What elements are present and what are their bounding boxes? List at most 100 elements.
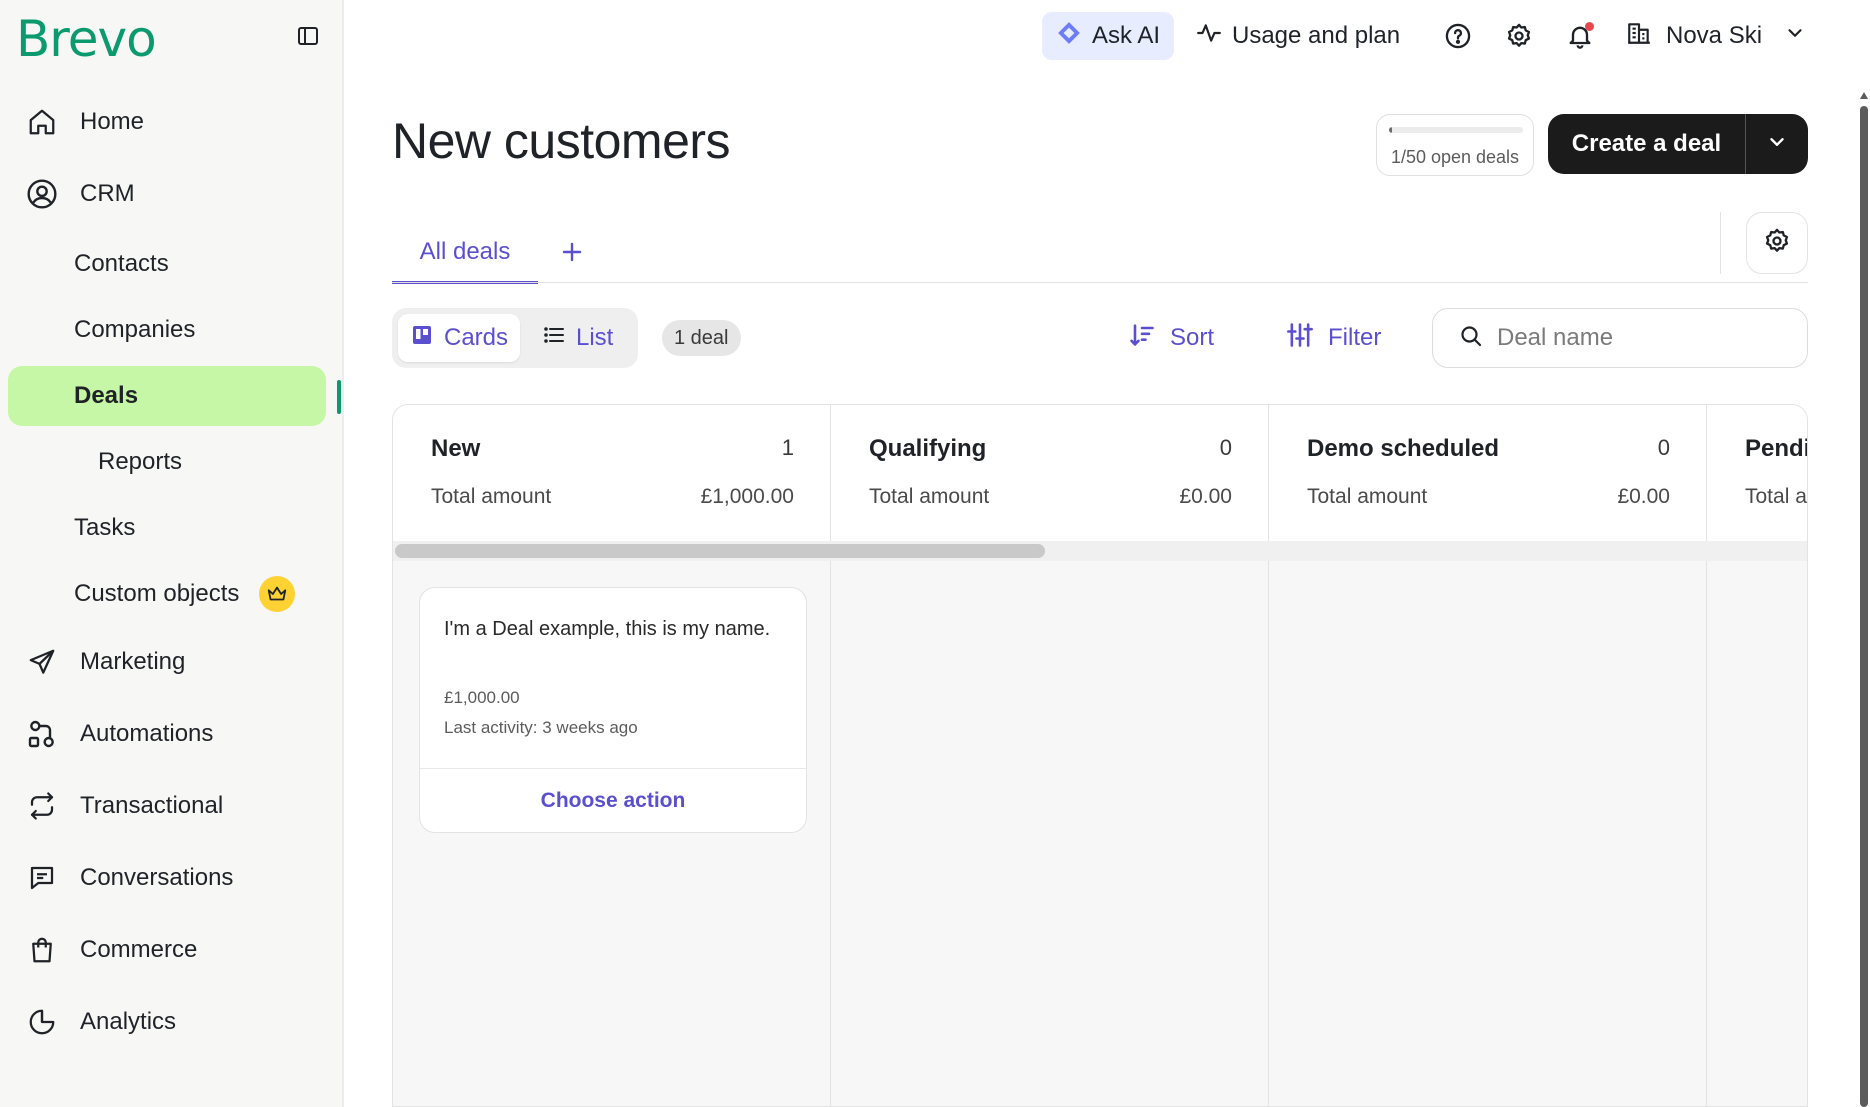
sidebar-item-label: Commerce — [80, 936, 198, 963]
list-view-button[interactable]: List — [530, 314, 625, 362]
sidebar-item-crm[interactable]: CRM — [8, 164, 326, 224]
create-deal-dropdown[interactable] — [1746, 114, 1808, 174]
stage-name: Qualifying — [869, 435, 987, 462]
page-scrollbar[interactable] — [1858, 92, 1870, 1107]
deal-search — [1432, 308, 1808, 368]
filter-sliders-icon — [1286, 321, 1314, 356]
sidebar-item-label: Custom objects — [74, 580, 240, 607]
brevo-logo[interactable]: Brevo — [16, 10, 157, 68]
user-circle-icon — [24, 176, 60, 212]
sidebar-item-contacts[interactable]: Contacts — [8, 234, 326, 294]
account-menu[interactable]: Nova Ski — [1626, 12, 1806, 60]
ask-ai-label: Ask AI — [1091, 22, 1161, 49]
sidebar-item-label: Tasks — [74, 514, 136, 541]
stage-column-header: Pendi Total a — [1707, 405, 1807, 541]
sidebar-item-commerce[interactable]: Commerce — [8, 920, 326, 980]
scroll-up-arrow-icon[interactable] — [1860, 92, 1868, 99]
sidebar-item-label: Transactional — [80, 792, 224, 819]
help-icon[interactable] — [1440, 18, 1476, 54]
sort-icon — [1128, 321, 1156, 356]
pipeline-settings-button[interactable] — [1746, 212, 1808, 274]
sidebar-item-deals[interactable]: Deals — [8, 366, 326, 426]
ask-ai-button[interactable]: Ask AI — [1042, 12, 1174, 60]
sidebar-item-reports[interactable]: Reports — [8, 432, 326, 492]
deal-name[interactable]: I'm a Deal example, this is my name. — [444, 614, 774, 645]
create-deal-button[interactable]: Create a deal — [1548, 114, 1746, 174]
sidebar-item-custom-objects[interactable]: Custom objects — [8, 564, 326, 624]
page-scrollbar-thumb[interactable] — [1860, 106, 1868, 1107]
sidebar-item-marketing[interactable]: Marketing — [8, 632, 326, 692]
stage-total-label: Total amount — [869, 485, 990, 508]
sidebar-item-analytics[interactable]: Analytics — [8, 992, 326, 1052]
active-indicator — [337, 380, 341, 414]
filter-label: Filter — [1328, 324, 1382, 351]
stage-count: 0 — [1219, 435, 1232, 460]
send-icon — [24, 644, 60, 680]
view-toggle: Cards List — [392, 308, 638, 368]
stage-name: New — [431, 435, 481, 462]
horizontal-scrollbar-thumb[interactable] — [395, 544, 1045, 558]
quota-progress-bar — [1389, 127, 1523, 133]
list-label: List — [576, 324, 614, 351]
stage-column-body — [831, 561, 1269, 1106]
settings-gear-icon[interactable] — [1501, 18, 1537, 54]
sort-button[interactable]: Sort — [1128, 314, 1214, 362]
sidebar-item-label: CRM — [80, 180, 135, 207]
tabs-divider — [392, 282, 1808, 283]
stage-column-header: Qualifying 0 Total amount £0.00 — [831, 405, 1269, 541]
list-icon — [542, 323, 566, 354]
create-deal-button-group: Create a deal — [1548, 114, 1808, 174]
search-icon — [1459, 324, 1483, 353]
pie-chart-icon — [24, 1004, 60, 1040]
sparkle-icon — [1056, 20, 1082, 53]
tab-all-deals[interactable]: All deals — [392, 222, 538, 284]
usage-and-plan-button[interactable]: Usage and plan — [1196, 12, 1400, 60]
stage-count: 0 — [1657, 435, 1670, 460]
choose-action-button[interactable]: Choose action — [420, 769, 806, 833]
account-name: Nova Ski — [1666, 22, 1763, 49]
sidebar-item-label: Conversations — [80, 864, 234, 891]
home-icon — [24, 104, 60, 140]
repeat-icon — [24, 788, 60, 824]
gear-icon — [1763, 227, 1791, 260]
sidebar-item-transactional[interactable]: Transactional — [8, 776, 326, 836]
sidebar-item-automations[interactable]: Automations — [8, 704, 326, 764]
horizontal-scrollbar[interactable] — [393, 541, 1807, 561]
sidebar-item-label: Home — [80, 108, 145, 135]
quota-text: 1/50 open deals — [1390, 147, 1520, 167]
quota-progress-fill — [1389, 127, 1392, 133]
page-title: New customers — [392, 113, 731, 169]
chevron-down-icon — [1766, 131, 1788, 158]
sidebar-item-label: Reports — [98, 448, 183, 475]
sidebar-item-tasks[interactable]: Tasks — [8, 498, 326, 558]
notifications-bell-icon[interactable] — [1562, 18, 1598, 54]
cards-view-button[interactable]: Cards — [398, 314, 521, 362]
stage-count: 1 — [781, 435, 794, 460]
sidebar-item-label: Companies — [74, 316, 196, 343]
deal-card[interactable]: I'm a Deal example, this is my name. £1,… — [419, 587, 807, 833]
sidebar-item-label: Contacts — [74, 250, 169, 277]
add-tab-plus-icon[interactable] — [552, 222, 592, 282]
chevron-down-icon — [1784, 22, 1806, 51]
deal-name-search-input[interactable] — [1497, 324, 1797, 352]
sidebar-item-home[interactable]: Home — [8, 92, 326, 152]
stage-total: £0.00 — [1617, 485, 1670, 508]
cards-icon — [410, 323, 434, 354]
open-deals-quota: 1/50 open deals — [1376, 114, 1534, 176]
notification-dot — [1585, 22, 1594, 31]
sidebar-item-conversations[interactable]: Conversations — [8, 848, 326, 908]
stage-column-body — [1707, 561, 1807, 1106]
stage-name: Demo scheduled — [1307, 435, 1500, 462]
deal-last-activity: Last activity: 3 weeks ago — [444, 718, 638, 737]
sidebar-item-companies[interactable]: Companies — [8, 300, 326, 360]
sort-label: Sort — [1170, 324, 1215, 351]
filter-button[interactable]: Filter — [1286, 314, 1381, 362]
stage-total-label: Total amount — [1307, 485, 1428, 508]
building-icon — [1626, 20, 1652, 53]
sidebar-item-label: Analytics — [80, 1008, 177, 1035]
automation-icon — [24, 716, 60, 752]
stage-total: £1,000.00 — [700, 485, 794, 508]
deals-board: New 1 Total amount £1,000.00 Qualifying … — [392, 404, 1808, 1107]
vertical-divider — [1720, 212, 1721, 274]
sidebar-toggle-icon[interactable] — [292, 20, 324, 52]
